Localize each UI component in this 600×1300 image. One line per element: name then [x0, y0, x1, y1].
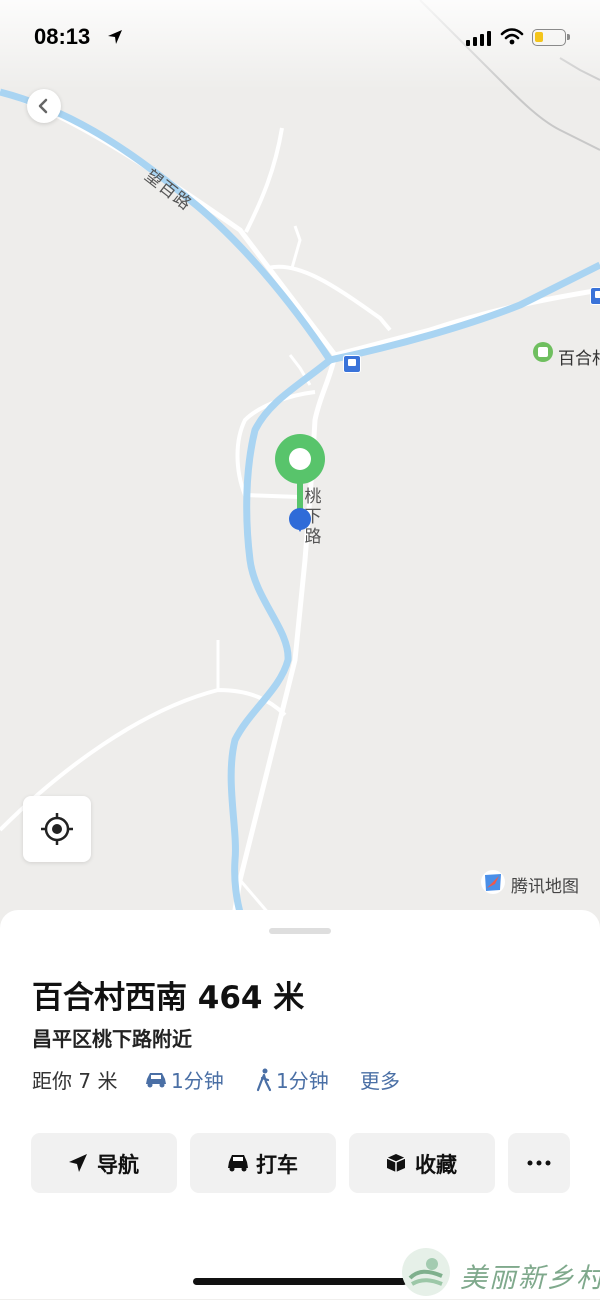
watermark-logo-icon: [402, 1248, 450, 1296]
poi-village-icon[interactable]: [533, 342, 553, 362]
bus-stop-icon[interactable]: [590, 287, 600, 305]
more-link[interactable]: 更多: [360, 1065, 400, 1094]
car-time-link[interactable]: 1分钟: [171, 1065, 224, 1094]
pin-icon: [275, 434, 325, 532]
wifi-icon: [500, 28, 524, 45]
more-actions-button[interactable]: [508, 1133, 570, 1193]
distance-text: 距你 7 米: [32, 1069, 118, 1093]
car-icon: [146, 1073, 166, 1088]
watermark: 美丽新乡村: [402, 1246, 600, 1299]
locate-icon: [41, 813, 73, 845]
taxi-button[interactable]: 打车: [190, 1133, 336, 1193]
sheet-drag-handle[interactable]: [269, 928, 331, 934]
more-dots-icon: [527, 1160, 551, 1166]
place-subtitle: 昌平区桃下路附近: [32, 1027, 192, 1051]
favorite-label: 收藏: [415, 1153, 457, 1177]
home-indicator[interactable]: [193, 1278, 407, 1285]
taxi-icon: [228, 1155, 248, 1172]
status-time: 08:13: [34, 24, 91, 49]
favorite-box-icon: [386, 1154, 406, 1172]
navigate-arrow-icon: [69, 1154, 87, 1172]
taxi-label: 打车: [256, 1153, 298, 1177]
back-chevron-icon: [38, 98, 48, 114]
brand-label: 腾讯地图: [511, 877, 579, 897]
action-bar: 导航 打车 收藏: [31, 1133, 571, 1193]
tencent-map-logo-icon: [481, 870, 505, 894]
map-view[interactable]: 望百路 桃下路 百合村 腾讯地图: [0, 0, 600, 940]
status-bar: 08:13: [0, 0, 600, 75]
walk-time-link[interactable]: 1分钟: [276, 1065, 329, 1094]
navigate-label: 导航: [97, 1153, 139, 1177]
navigate-button[interactable]: 导航: [31, 1133, 177, 1193]
selected-location-pin: [275, 434, 327, 550]
locate-me-button[interactable]: [23, 796, 91, 862]
favorite-button[interactable]: 收藏: [349, 1133, 495, 1193]
walk-icon: [256, 1068, 272, 1092]
back-button[interactable]: [27, 89, 61, 123]
place-detail-sheet: 百合村西南 464 米 昌平区桃下路附近 距你 7 米 1分钟 1分钟 更多 导…: [0, 910, 600, 1240]
location-arrow-icon: [108, 30, 122, 44]
cellular-signal-icon: [466, 31, 491, 46]
poi-label[interactable]: 百合村: [558, 344, 600, 369]
battery-icon: [532, 29, 570, 46]
watermark-text: 美丽新乡村: [460, 1263, 600, 1294]
bus-stop-icon[interactable]: [343, 355, 361, 373]
place-title: 百合村西南 464 米: [32, 980, 305, 1016]
